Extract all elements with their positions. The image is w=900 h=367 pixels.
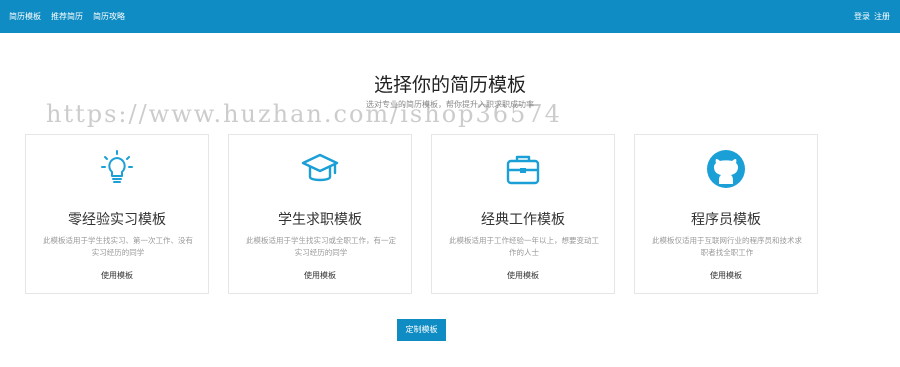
custom-template-button[interactable]: 定制模板 [397, 319, 446, 341]
page-subtitle: 选对专业的简历模板，帮你提升入职求职成功率 [366, 100, 534, 109]
card-title: 学生求职模板 [278, 212, 362, 228]
briefcase-icon [432, 149, 614, 189]
card-title: 经典工作模板 [481, 212, 565, 228]
register-link[interactable]: 注册 [874, 0, 890, 33]
card-title: 零经验实习模板 [68, 212, 166, 228]
card-description: 此模板适用于学生找实习、第一次工作、没有实习经历的同学 [43, 236, 193, 257]
use-template-link[interactable]: 使用模板 [635, 270, 817, 281]
card-description: 此模板适用于学生找实习或全职工作，有一定实习经历的同学 [246, 236, 396, 257]
template-card-zero-experience[interactable]: 零经验实习模板 此模板适用于学生找实习、第一次工作、没有实习经历的同学 使用模板 [25, 134, 209, 294]
main-nav: 简历模板 推荐简历 简历攻略 [9, 0, 125, 33]
card-description: 此模板仅适用于互联网行业的程序员和技术求职者找全职工作 [652, 236, 802, 257]
template-card-classic-work[interactable]: 经典工作模板 此模板适用于工作经验一年以上，想要变动工作的人士 使用模板 [431, 134, 615, 294]
use-template-link[interactable]: 使用模板 [229, 270, 411, 281]
card-title: 程序员模板 [691, 212, 761, 228]
top-navbar: 简历模板 推荐简历 简历攻略 登录 注册 [0, 0, 900, 33]
template-card-programmer[interactable]: 程序员模板 此模板仅适用于互联网行业的程序员和技术求职者找全职工作 使用模板 [634, 134, 818, 294]
card-description: 此模板适用于工作经验一年以上，想要变动工作的人士 [449, 236, 599, 257]
use-template-link[interactable]: 使用模板 [432, 270, 614, 281]
nav-item-resume-templates[interactable]: 简历模板 [9, 0, 41, 33]
nav-item-recommended-resumes[interactable]: 推荐简历 [51, 0, 83, 33]
lightbulb-icon [26, 149, 208, 189]
page-title: 选择你的简历模板 [373, 74, 526, 96]
use-template-link[interactable]: 使用模板 [26, 270, 208, 281]
github-icon [635, 149, 817, 189]
graduation-cap-icon [229, 149, 411, 189]
login-link[interactable]: 登录 [854, 0, 870, 33]
template-card-student-job[interactable]: 学生求职模板 此模板适用于学生找实习或全职工作，有一定实习经历的同学 使用模板 [228, 134, 412, 294]
nav-item-resume-guide[interactable]: 简历攻略 [93, 0, 125, 33]
auth-links: 登录 注册 [854, 0, 890, 33]
